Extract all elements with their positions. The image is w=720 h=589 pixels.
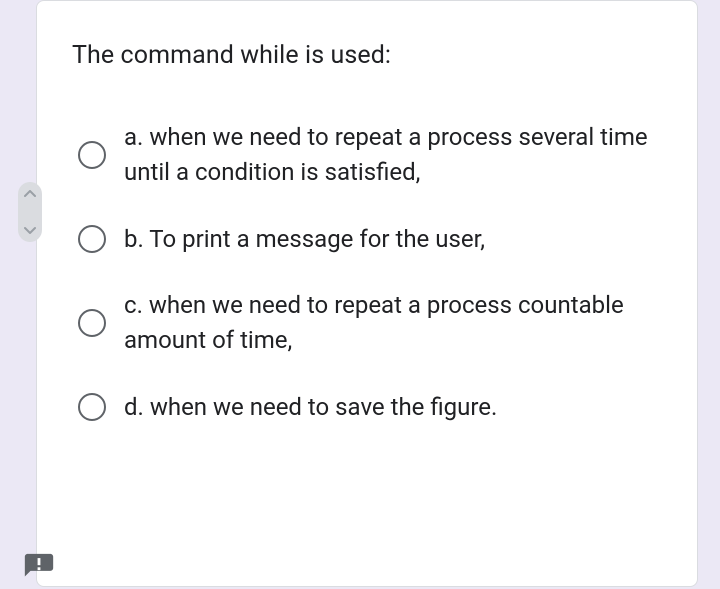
option-label: a. when we need to repeat a process seve… (124, 120, 662, 190)
chevron-up-icon (24, 190, 36, 198)
question-card: The command while is used: a. when we ne… (36, 0, 698, 587)
option-label: d. when we need to save the figure. (124, 390, 497, 425)
option-a[interactable]: a. when we need to repeat a process seve… (72, 120, 662, 190)
chevron-down-icon (24, 226, 36, 234)
radio-icon[interactable] (78, 141, 106, 169)
question-text: The command while is used: (72, 41, 662, 70)
options-list: a. when we need to repeat a process seve… (72, 120, 662, 425)
option-label: c. when we need to repeat a process coun… (124, 288, 662, 358)
option-c[interactable]: c. when we need to repeat a process coun… (72, 288, 662, 358)
option-d[interactable]: d. when we need to save the figure. (72, 390, 662, 425)
alert-speech-icon (22, 551, 56, 585)
option-b[interactable]: b. To print a message for the user, (72, 222, 662, 257)
feedback-button[interactable] (22, 551, 56, 585)
radio-icon[interactable] (78, 309, 106, 337)
radio-icon[interactable] (78, 393, 106, 421)
scroll-handle[interactable] (18, 182, 42, 242)
option-label: b. To print a message for the user, (124, 222, 485, 257)
radio-icon[interactable] (78, 225, 106, 253)
